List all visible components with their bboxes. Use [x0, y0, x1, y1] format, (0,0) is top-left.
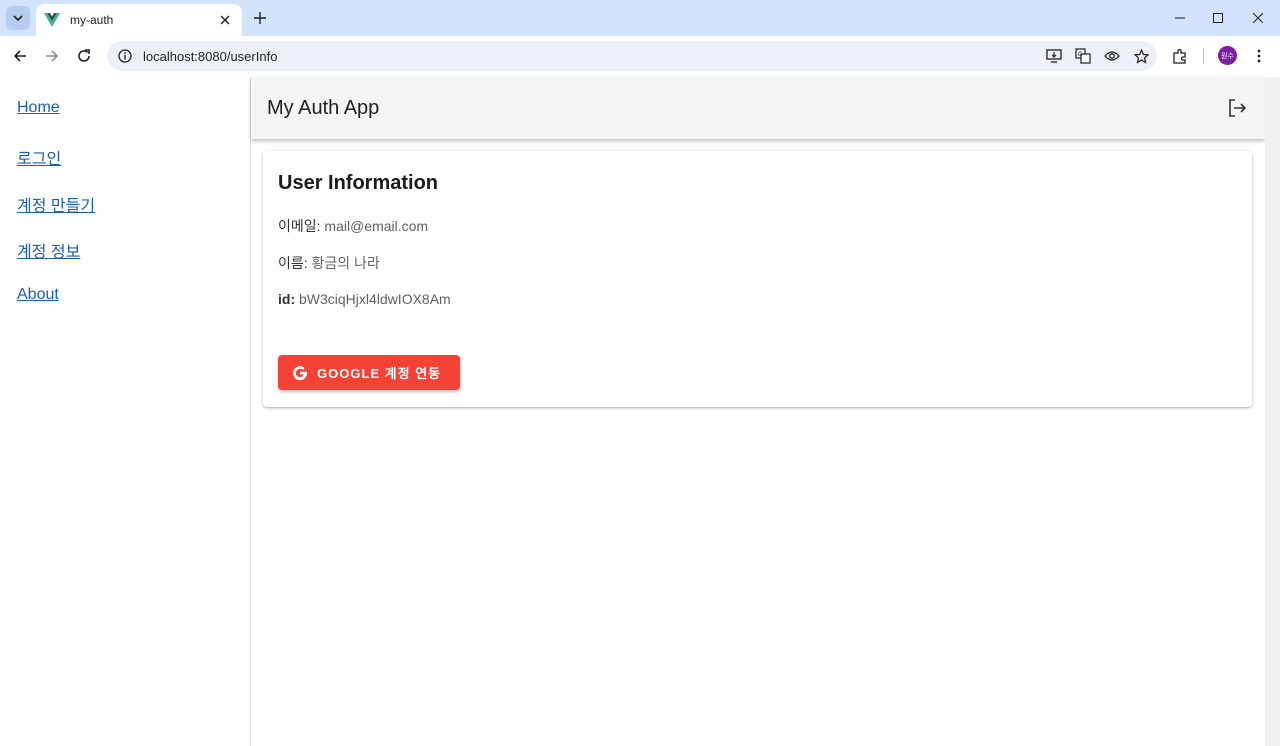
window-close-icon — [1253, 13, 1263, 23]
sidebar-item-user-info[interactable]: 계정 정보 — [17, 238, 80, 262]
email-value: mail@email.com — [324, 218, 429, 234]
email-label: 이메일: — [278, 218, 321, 234]
id-label: id: — [278, 291, 296, 307]
menu-icon — [1257, 49, 1261, 63]
browser-chrome: my-auth localhost:8080/userInfo G 원수 — [0, 0, 1280, 77]
logout-button[interactable] — [1225, 96, 1249, 120]
id-value: bW3ciqHjxl4ldwIOX8Am — [299, 291, 451, 307]
tab-search-button[interactable] — [6, 6, 30, 30]
user-info-card: User Information 이메일: mail@email.com 이름:… — [263, 151, 1252, 407]
minimize-button[interactable] — [1168, 6, 1192, 30]
close-icon[interactable] — [216, 11, 234, 29]
plus-icon — [254, 12, 266, 24]
info-icon[interactable] — [117, 48, 133, 64]
sidebar-item-login[interactable]: 로그인 — [17, 145, 61, 169]
back-icon — [13, 50, 26, 62]
profile-avatar[interactable]: 원수 — [1218, 46, 1237, 65]
name-row: 이름: 황금의 나라 — [278, 253, 380, 273]
email-row: 이메일: mail@email.com — [278, 216, 428, 236]
tab-title: my-auth — [70, 13, 114, 27]
address-bar[interactable]: localhost:8080/userInfo G — [107, 41, 1157, 71]
name-value: 황금의 나라 — [311, 255, 380, 271]
extensions-icon — [1173, 48, 1186, 64]
translate-icon[interactable]: G — [1070, 43, 1096, 69]
forward-button[interactable] — [40, 44, 64, 68]
google-icon — [291, 364, 309, 382]
sidebar-nav: Home 로그인 계정 만들기 계정 정보 About — [0, 77, 251, 746]
sidebar-item-about[interactable]: About — [17, 286, 59, 304]
google-link-button-label: GOOGLE 계정 연동 — [317, 366, 442, 381]
star-icon[interactable] — [1128, 43, 1154, 69]
sidebar-item-signup[interactable]: 계정 만들기 — [17, 192, 95, 216]
logout-icon — [1229, 99, 1247, 117]
maximize-icon — [1213, 13, 1223, 23]
window-close-button[interactable] — [1246, 6, 1270, 30]
card-title: User Information — [278, 172, 439, 194]
sidebar-item-home[interactable]: Home — [17, 99, 60, 117]
reload-button[interactable] — [72, 44, 96, 68]
toolbar-separator — [1203, 48, 1204, 64]
minimize-icon — [1175, 17, 1185, 19]
back-button[interactable] — [8, 44, 32, 68]
eye-icon[interactable] — [1099, 43, 1125, 69]
maximize-button[interactable] — [1206, 6, 1230, 30]
browser-tab[interactable]: my-auth — [36, 4, 242, 36]
url-text[interactable]: localhost:8080/userInfo — [143, 49, 1041, 64]
vue-favicon-icon — [44, 12, 60, 28]
browser-menu-button[interactable] — [1247, 44, 1271, 68]
tab-search-icon — [13, 15, 23, 22]
new-tab-button[interactable] — [250, 8, 270, 28]
forward-icon — [46, 50, 59, 62]
app-bar: My Auth App — [251, 77, 1265, 139]
app-title: My Auth App — [267, 97, 380, 119]
extensions-button[interactable] — [1168, 44, 1192, 68]
id-row: id: bW3ciqHjxl4ldwIOX8Am — [278, 291, 451, 307]
install-icon[interactable] — [1041, 43, 1067, 69]
tab-strip: my-auth — [0, 0, 1280, 36]
name-label: 이름: — [278, 255, 308, 271]
google-link-button[interactable]: GOOGLE 계정 연동 — [278, 355, 460, 390]
scrollbar-track[interactable] — [1265, 77, 1280, 746]
browser-toolbar: localhost:8080/userInfo G 원수 — [0, 36, 1280, 77]
svg-text:G: G — [1078, 51, 1083, 58]
reload-icon — [78, 49, 90, 62]
